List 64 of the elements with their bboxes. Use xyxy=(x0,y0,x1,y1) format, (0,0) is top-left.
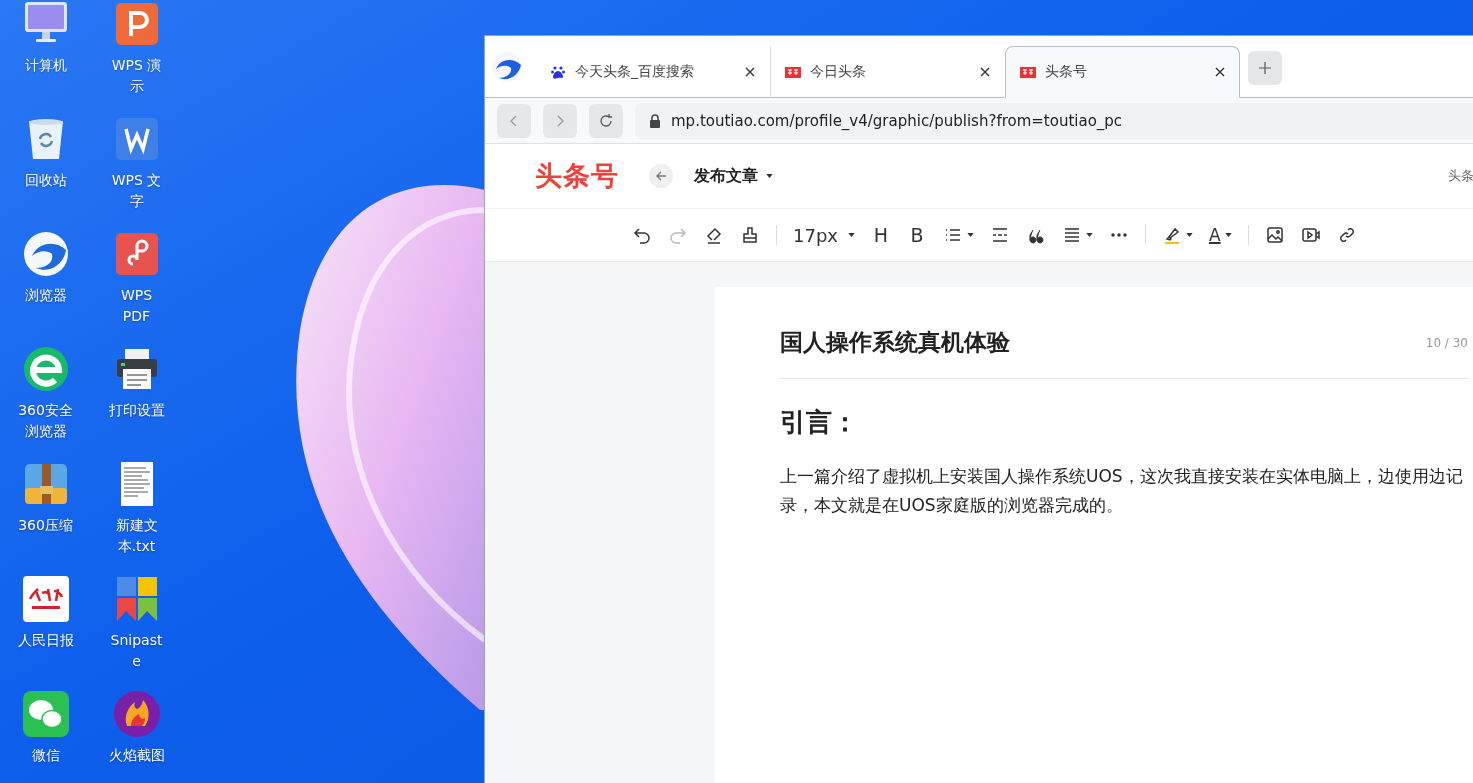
font-size-dropdown[interactable]: 17px xyxy=(793,224,855,246)
paw-icon xyxy=(550,64,566,80)
reload-icon xyxy=(598,112,614,129)
newspaper-logo-icon xyxy=(21,575,70,623)
body-paragraph: 上一篇介绍了虚拟机上安装国人操作系统UOS，这次我直接安装在实体电脑上，边使用边记录，本文就是在UOS家庭版的浏览器完成的。 xyxy=(780,465,1464,517)
close-icon[interactable] xyxy=(745,67,755,77)
font-color-button[interactable]: A xyxy=(1209,225,1232,245)
desktop-icon-label[interactable]: 计算机 xyxy=(17,55,74,76)
desktop-icon-label[interactable]: WPS 文字 xyxy=(108,170,165,212)
article-title-field[interactable]: 国人操作系统真机体验 xyxy=(780,327,1010,358)
desktop-icon-label[interactable]: 火焰截图 xyxy=(108,745,165,766)
arrow-left-icon xyxy=(655,170,667,182)
desktop-icon-label[interactable]: 360安全浏览器 xyxy=(17,400,74,442)
desktop-icon-label[interactable]: 回收站 xyxy=(17,170,74,191)
desktop-icon-label[interactable]: WPS PDF xyxy=(108,285,165,327)
highlight-button[interactable] xyxy=(1162,225,1193,245)
new-tab-button[interactable] xyxy=(1248,51,1282,85)
back-arrow-button[interactable] xyxy=(649,164,673,188)
header-link[interactable]: 头条 xyxy=(1448,167,1473,185)
caret-icon xyxy=(766,174,773,178)
desktop-icon-label[interactable]: WPS 演示 xyxy=(108,55,165,97)
desktop-icon-label[interactable]: 新建文本.txt xyxy=(108,515,165,557)
browser-tab[interactable]: 今天头条_百度搜索 xyxy=(535,46,770,98)
horizontal-rule-icon[interactable] xyxy=(990,225,1010,245)
caret-icon xyxy=(848,233,855,237)
align-button[interactable] xyxy=(1062,225,1093,245)
caret-icon xyxy=(967,233,974,237)
close-icon[interactable] xyxy=(1215,67,1225,77)
newspaper-favicon-icon xyxy=(785,64,801,80)
desktop-icon-label[interactable]: 微信 xyxy=(17,745,74,766)
video-icon[interactable] xyxy=(1300,225,1321,245)
brush-icon[interactable] xyxy=(740,225,760,245)
plus-icon xyxy=(1258,61,1272,75)
address-bar[interactable]: mp.toutiao.com/profile_v4/graphic/publish?from=toutiao_pc xyxy=(635,102,1473,139)
reload-button[interactable] xyxy=(589,103,623,138)
desktop-icon-label[interactable]: 打印设置 xyxy=(108,400,165,421)
highlighter-icon[interactable] xyxy=(1162,225,1182,245)
caret-icon xyxy=(1224,233,1232,237)
publish-article-menu[interactable]: 发布文章 xyxy=(694,165,773,187)
url-text: mp.toutiao.com/profile_v4/graphic/publish?from=toutiao_pc xyxy=(671,111,1123,130)
bold-button[interactable]: B xyxy=(907,224,927,246)
align-icon[interactable] xyxy=(1062,225,1082,245)
flame-app-icon xyxy=(112,690,161,738)
chat-bubbles-icon xyxy=(21,690,70,738)
browser-logo-icon[interactable] xyxy=(491,50,523,83)
image-icon[interactable] xyxy=(1264,225,1285,245)
lock-icon xyxy=(649,113,661,128)
close-icon[interactable] xyxy=(980,67,990,77)
character-counter: 10 / 30 xyxy=(1425,335,1468,350)
desktop-icon-label[interactable]: Snipaste xyxy=(108,630,165,672)
browser-app-icon xyxy=(21,230,70,278)
desktop-icon-label[interactable]: 360压缩 xyxy=(17,515,74,536)
eraser-icon[interactable] xyxy=(704,225,724,245)
caret-icon xyxy=(1186,233,1193,237)
undo-icon[interactable] xyxy=(632,225,652,245)
newspaper-favicon-icon xyxy=(1020,64,1036,80)
desktop-icon-label[interactable]: 浏览器 xyxy=(17,285,74,306)
heading-button[interactable]: H xyxy=(871,224,891,246)
desktop-icon-label[interactable]: 人民日报 xyxy=(17,630,74,651)
caret-icon xyxy=(1086,233,1093,237)
browser-tab[interactable]: 头条号 xyxy=(1005,46,1240,98)
site-logo[interactable]: 头条号 xyxy=(535,158,619,194)
e-browser-icon xyxy=(21,345,70,393)
section-heading: 引言： xyxy=(780,406,859,439)
